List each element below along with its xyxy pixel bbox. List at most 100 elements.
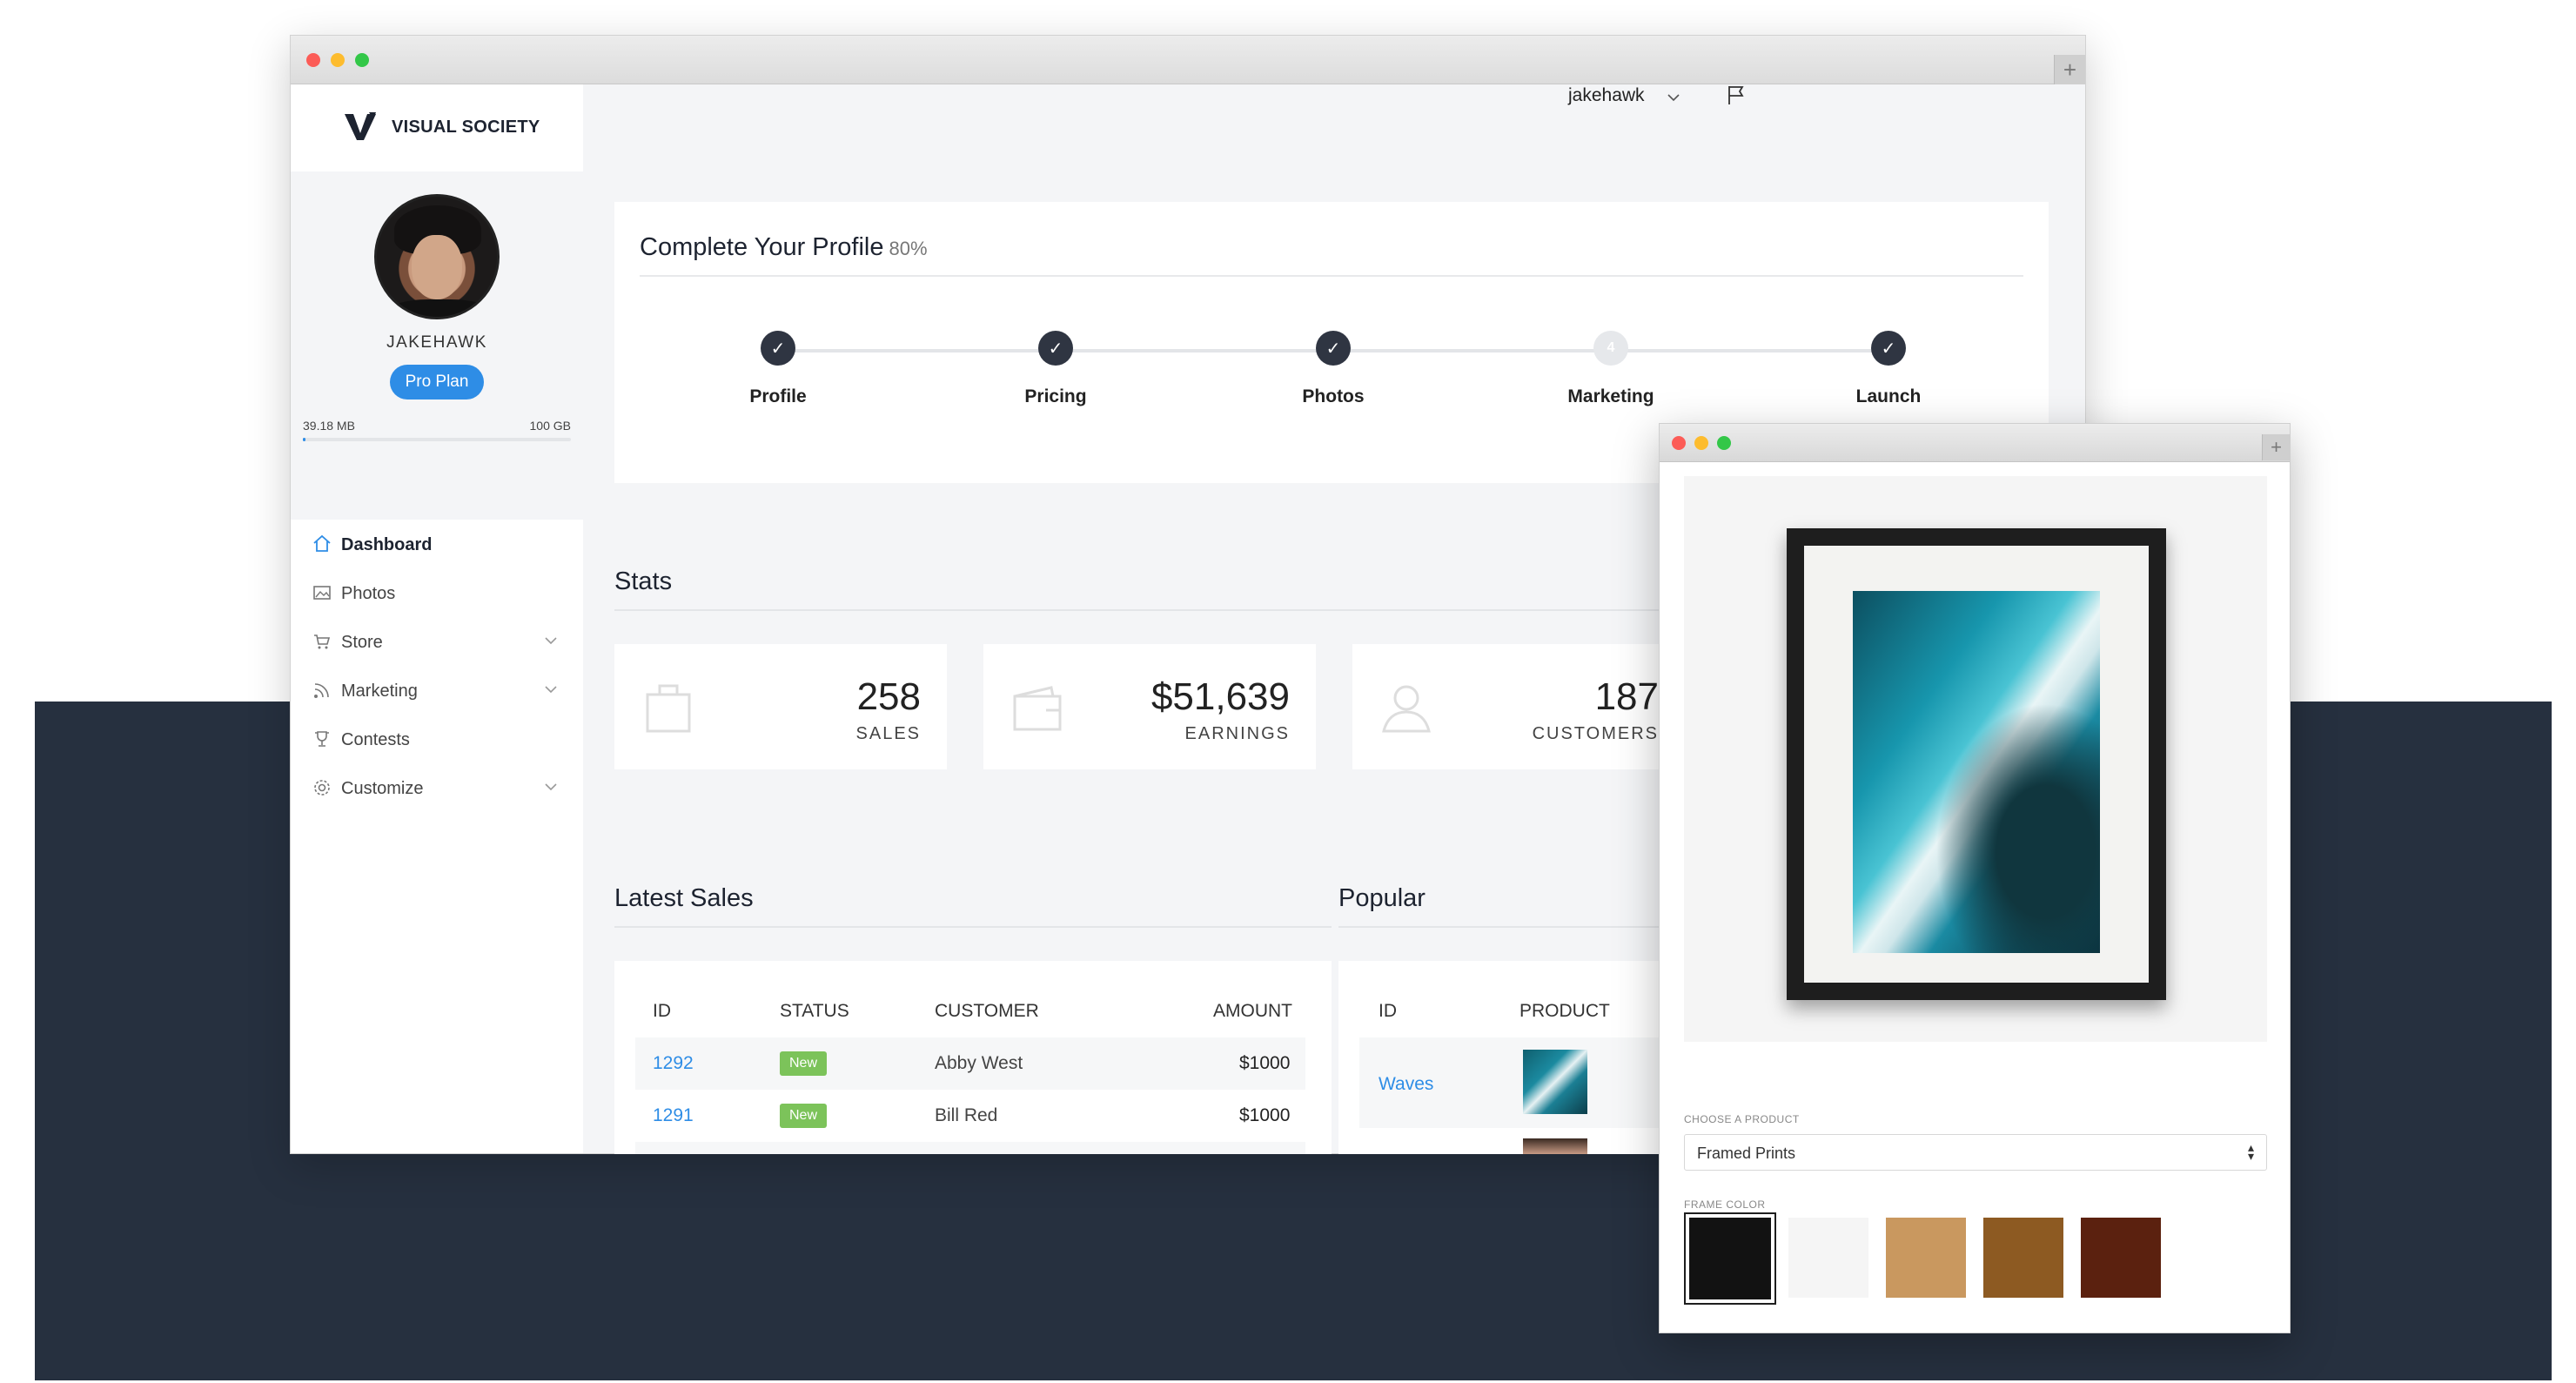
- sidebar-item-customize[interactable]: Customize: [291, 763, 583, 812]
- home-icon: [313, 534, 331, 552]
- flag-icon[interactable]: [1726, 84, 1747, 106]
- avatar[interactable]: [374, 194, 500, 319]
- frame-color-label: FRAME COLOR: [1684, 1198, 1766, 1211]
- divider: [640, 275, 2023, 277]
- storage-total: 100 GB: [529, 419, 571, 433]
- sidebar-item-contests[interactable]: Contests: [291, 715, 583, 763]
- sidebar-item-label: Store: [341, 633, 383, 652]
- profile-summary: JAKEHAWK Pro Plan 39.18 MB 100 GB: [291, 171, 583, 502]
- column-header[interactable]: PRODUCT: [1519, 1001, 1610, 1022]
- close-dot[interactable]: [306, 53, 320, 67]
- product-thumbnail[interactable]: [1523, 1138, 1587, 1154]
- sale-id-link[interactable]: 1291: [653, 1105, 694, 1126]
- maximize-dot[interactable]: [1717, 436, 1731, 450]
- brand-logo-icon: [345, 112, 376, 140]
- trophy-icon: [315, 731, 329, 747]
- sidebar-item-marketing[interactable]: Marketing: [291, 666, 583, 715]
- check-icon: ✓: [1316, 331, 1351, 366]
- product-thumbnail[interactable]: [1523, 1050, 1587, 1114]
- image-icon: [313, 586, 331, 600]
- stat-value: $51,639: [1150, 675, 1290, 718]
- plan-badge[interactable]: Pro Plan: [390, 365, 484, 399]
- stat-card-customers: 187 CUSTOMERS: [1352, 644, 1685, 769]
- stat-card-earnings: $51,639 EARNINGS: [983, 644, 1316, 769]
- column-header[interactable]: STATUS: [780, 1001, 849, 1022]
- stat-value: 258: [856, 675, 921, 718]
- window-titlebar: +: [1660, 424, 2290, 462]
- chevron-down-icon[interactable]: [543, 779, 559, 795]
- column-header[interactable]: AMOUNT: [1213, 1001, 1292, 1022]
- ocean-photo: [1853, 591, 2100, 953]
- sidebar-item-dashboard[interactable]: Dashboard: [291, 520, 583, 568]
- swatch-mahogany[interactable]: [2081, 1218, 2161, 1298]
- gear-icon: [314, 780, 330, 796]
- frame-mat: [1804, 546, 2149, 983]
- sidebar-item-label: Customize: [341, 779, 424, 798]
- new-tab-plus-icon[interactable]: +: [2054, 55, 2085, 84]
- cart-icon: [314, 634, 331, 649]
- stat-label: EARNINGS: [1184, 724, 1290, 743]
- chevron-down-icon[interactable]: [1666, 90, 1681, 105]
- brand-header: VISUAL SOCIETY: [291, 84, 583, 171]
- product-link[interactable]: Waves: [1379, 1074, 1433, 1095]
- chevron-down-icon[interactable]: [543, 681, 559, 697]
- sidebar-item-label: Marketing: [341, 681, 418, 701]
- minimize-dot[interactable]: [331, 53, 345, 67]
- sidebar-nav: Dashboard Photos Store Marketing Contest…: [291, 520, 583, 1153]
- column-header[interactable]: ID: [1379, 1001, 1397, 1022]
- chevron-down-icon[interactable]: [543, 633, 559, 648]
- new-tab-plus-icon[interactable]: +: [2262, 434, 2290, 460]
- stat-value: 187: [1594, 675, 1659, 718]
- swatch-walnut[interactable]: [1983, 1218, 2063, 1298]
- status-badge: New: [780, 1051, 827, 1076]
- brand-name[interactable]: VISUAL SOCIETY: [392, 117, 540, 138]
- table-row[interactable]: [635, 1142, 1305, 1154]
- product-select-value: Framed Prints: [1697, 1145, 1796, 1162]
- choose-product-label: CHOOSE A PRODUCT: [1684, 1113, 1800, 1125]
- minimize-dot[interactable]: [1694, 436, 1708, 450]
- user-icon: [1382, 685, 1431, 733]
- storage-used: 39.18 MB: [303, 419, 355, 433]
- sidebar-item-label: Contests: [341, 730, 410, 749]
- sale-amount: $1000: [1239, 1105, 1291, 1125]
- user-menu-name[interactable]: jakehawk: [1568, 85, 1645, 106]
- sidebar-item-store[interactable]: Store: [291, 617, 583, 666]
- storage-progress-fill: [303, 438, 306, 441]
- column-header[interactable]: ID: [653, 1001, 671, 1022]
- stat-label: SALES: [855, 724, 921, 743]
- swatch-white[interactable]: [1788, 1218, 1868, 1298]
- complete-profile-title: Complete Your Profile 80%: [640, 233, 928, 262]
- sidebar: VISUAL SOCIETY JAKEHAWK Pro Plan 39.18 M…: [291, 84, 583, 1153]
- sidebar-item-photos[interactable]: Photos: [291, 568, 583, 617]
- shopping-bag-icon: [646, 684, 691, 733]
- sidebar-item-label: Photos: [341, 584, 396, 603]
- complete-profile-percent: 80%: [889, 238, 928, 259]
- column-header[interactable]: CUSTOMER: [935, 1001, 1039, 1022]
- customer-name: Bill Red: [935, 1105, 998, 1125]
- status-badge: New: [780, 1104, 827, 1128]
- check-icon: ✓: [761, 331, 795, 366]
- product-window: + CHOOSE A PRODUCT Framed Prints ▴ ▾ FRAM…: [1659, 423, 2291, 1333]
- product-preview: [1684, 476, 2267, 1042]
- customer-name: Abby West: [935, 1053, 1023, 1073]
- popular-title: Popular: [1338, 884, 1426, 912]
- stat-label: CUSTOMERS: [1532, 724, 1659, 743]
- stage: + VISUAL SOCIETY JAKEHAWK Pro Plan 39.18…: [0, 0, 2576, 1383]
- product-select[interactable]: Framed Prints ▴ ▾: [1684, 1134, 2267, 1171]
- step-label: Profile: [749, 386, 807, 406]
- complete-profile-title-text: Complete Your Profile: [640, 233, 884, 261]
- swatch-black[interactable]: [1684, 1212, 1776, 1305]
- sidebar-item-label: Dashboard: [341, 535, 433, 554]
- swatch-natural-wood[interactable]: [1886, 1218, 1966, 1298]
- swatch-fill: [1689, 1218, 1771, 1299]
- step-label: Marketing: [1567, 386, 1654, 406]
- sale-amount: $1000: [1239, 1053, 1291, 1073]
- sale-id-link[interactable]: 1292: [653, 1053, 694, 1074]
- latest-sales-title: Latest Sales: [614, 884, 754, 912]
- maximize-dot[interactable]: [355, 53, 369, 67]
- check-icon: ✓: [1871, 331, 1906, 366]
- storage-progress-bar: [303, 438, 571, 441]
- close-dot[interactable]: [1672, 436, 1686, 450]
- select-arrows-icon: ▴ ▾: [2247, 1140, 2254, 1163]
- window-titlebar: +: [291, 36, 2085, 84]
